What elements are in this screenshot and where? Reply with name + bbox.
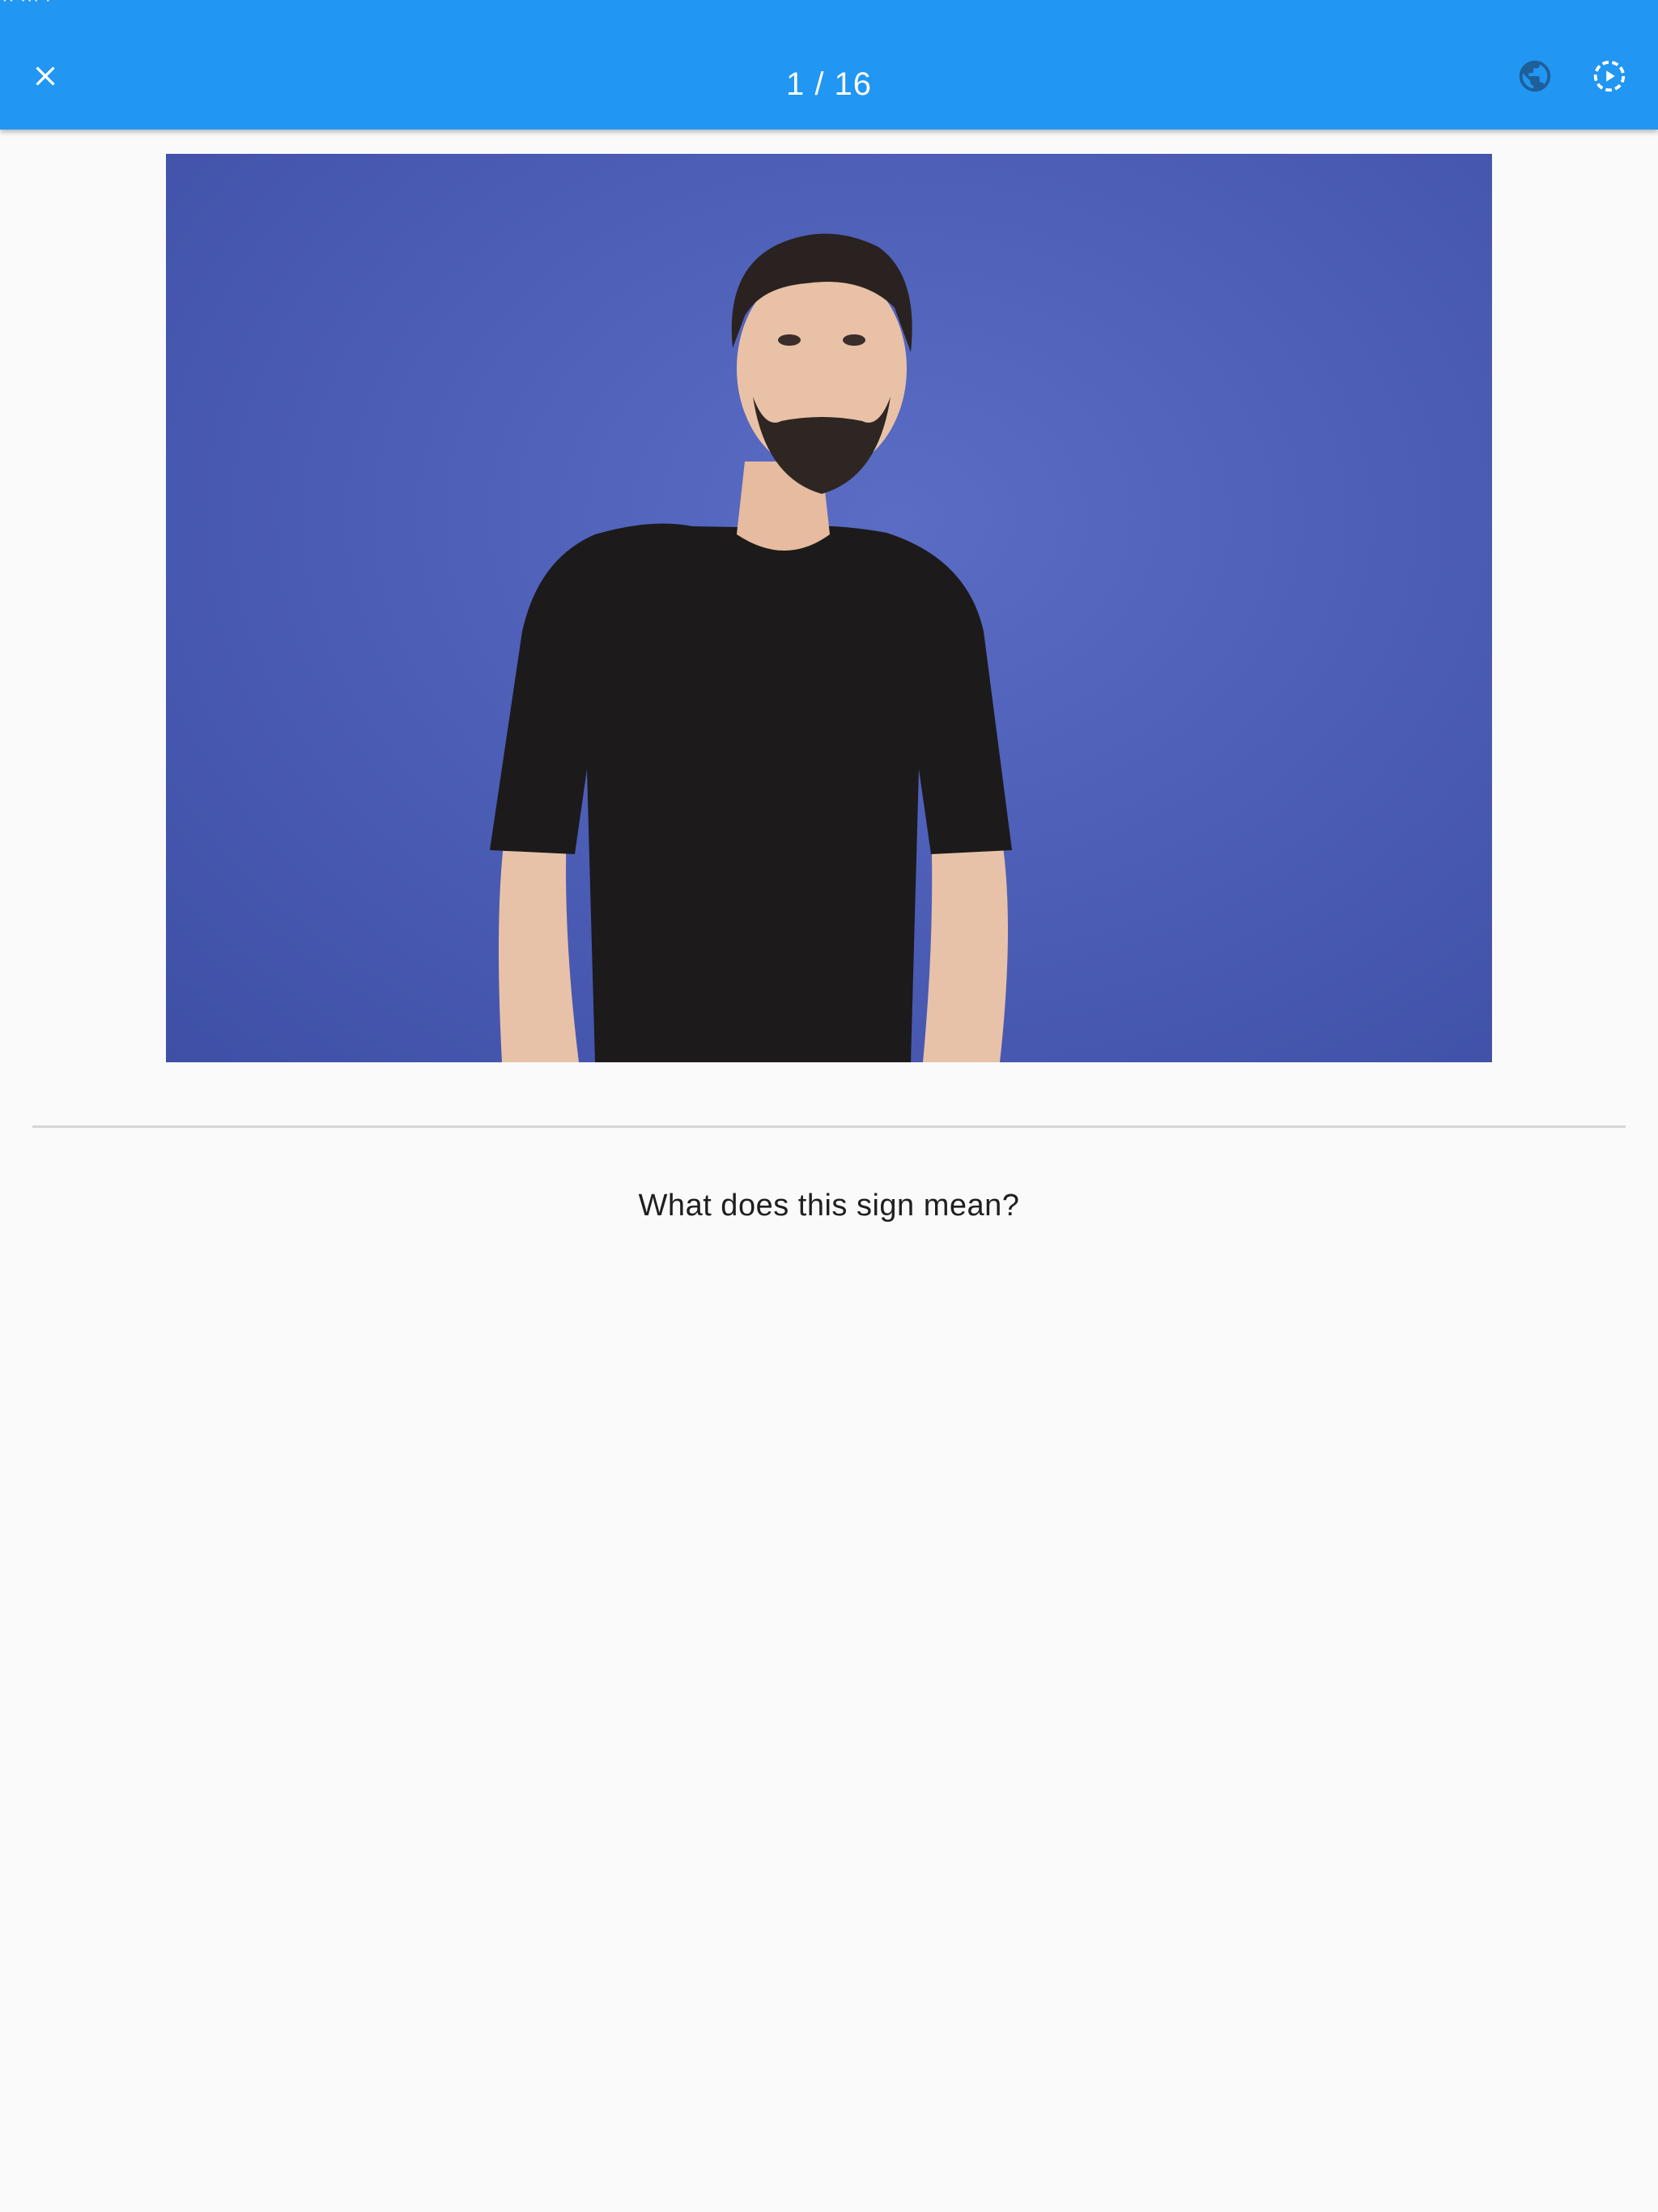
sign-video[interactable] [166,154,1492,1062]
page-title: 1 / 16 [785,66,873,102]
status-text: ·· ··· · [2,0,51,11]
autoplay-button[interactable] [1571,37,1648,115]
question-prompt: What does this sign mean? [638,1189,1020,1223]
toolbar: 1 / 16 [0,32,1658,130]
signer-figure [490,233,1012,1062]
play-circle-icon [1593,60,1626,92]
status-bar: ·· ··· · [0,0,1658,32]
app-bar: ·· ··· · 1 / 16 [0,0,1658,130]
globe-icon [1519,60,1551,92]
divider [32,1125,1626,1128]
language-button[interactable] [1496,37,1574,115]
